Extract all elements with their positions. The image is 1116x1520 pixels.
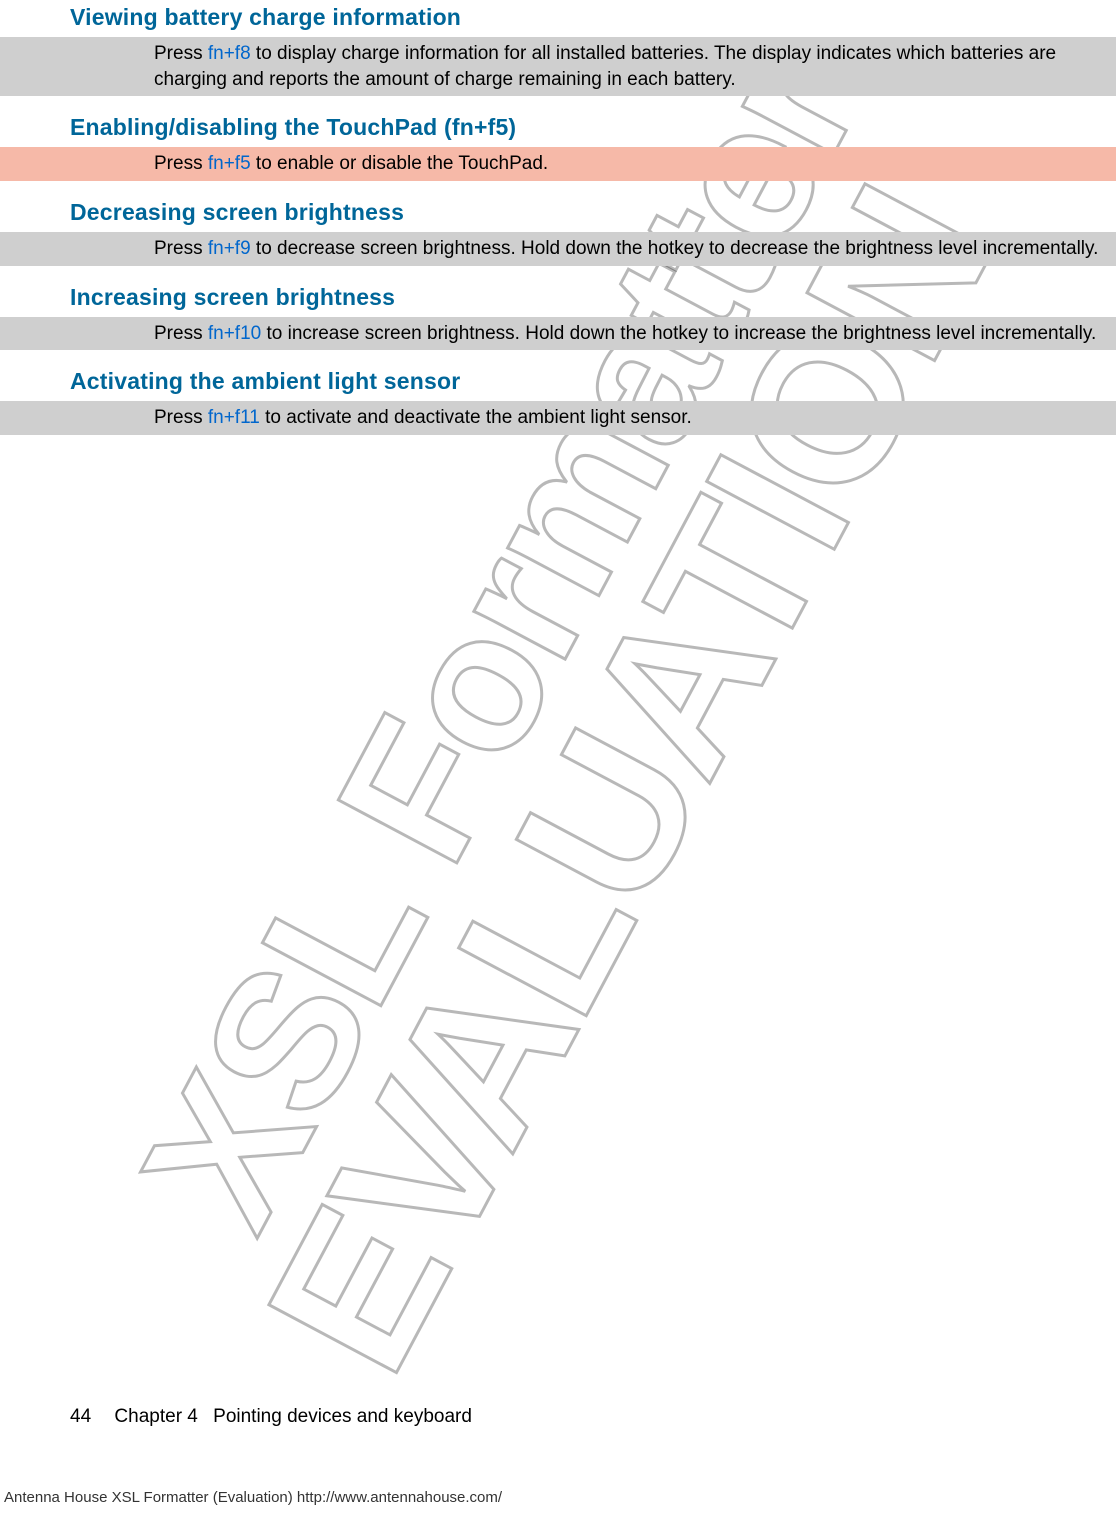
section-body: Press fn+f10 to increase screen brightne… (0, 317, 1116, 351)
body-post: to enable or disable the TouchPad. (251, 153, 549, 174)
hotkey: fn+f8 (208, 43, 251, 64)
hotkey: fn+f5 (208, 153, 251, 174)
section-heading: Activating the ambient light sensor (0, 364, 1116, 401)
body-pre: Press (154, 323, 208, 344)
body-pre: Press (154, 153, 208, 174)
evaluation-footer: Antenna House XSL Formatter (Evaluation)… (4, 1489, 502, 1506)
body-pre: Press (154, 238, 208, 259)
section-body: Press fn+f5 to enable or disable the Tou… (0, 147, 1116, 181)
body-pre: Press (154, 407, 208, 428)
section-battery: Viewing battery charge information Press… (0, 0, 1116, 96)
hotkey: fn+f11 (208, 407, 260, 428)
page-content: Viewing battery charge information Press… (0, 0, 1116, 435)
section-touchpad: Enabling/disabling the TouchPad (fn+f5) … (0, 110, 1116, 181)
page-footer: 44 Chapter 4 Pointing devices and keyboa… (70, 1406, 472, 1428)
chapter-label: Chapter 4 (114, 1406, 197, 1427)
body-post: to decrease screen brightness. Hold down… (251, 238, 1099, 259)
body-post: to activate and deactivate the ambient l… (260, 407, 692, 428)
section-increase-brightness: Increasing screen brightness Press fn+f1… (0, 280, 1116, 351)
section-decrease-brightness: Decreasing screen brightness Press fn+f9… (0, 195, 1116, 266)
section-heading: Enabling/disabling the TouchPad (fn+f5) (0, 110, 1116, 147)
hotkey: fn+f9 (208, 238, 251, 259)
section-ambient-light: Activating the ambient light sensor Pres… (0, 364, 1116, 435)
hotkey: fn+f10 (208, 323, 261, 344)
chapter-title: Pointing devices and keyboard (213, 1406, 472, 1427)
page-number: 44 (70, 1406, 91, 1427)
body-post: to display charge information for all in… (154, 43, 1056, 90)
section-body: Press fn+f11 to activate and deactivate … (0, 401, 1116, 435)
section-heading: Viewing battery charge information (0, 0, 1116, 37)
section-body: Press fn+f8 to display charge informatio… (0, 37, 1116, 96)
body-pre: Press (154, 43, 208, 64)
section-heading: Decreasing screen brightness (0, 195, 1116, 232)
section-heading: Increasing screen brightness (0, 280, 1116, 317)
section-body: Press fn+f9 to decrease screen brightnes… (0, 232, 1116, 266)
body-post: to increase screen brightness. Hold down… (261, 323, 1096, 344)
